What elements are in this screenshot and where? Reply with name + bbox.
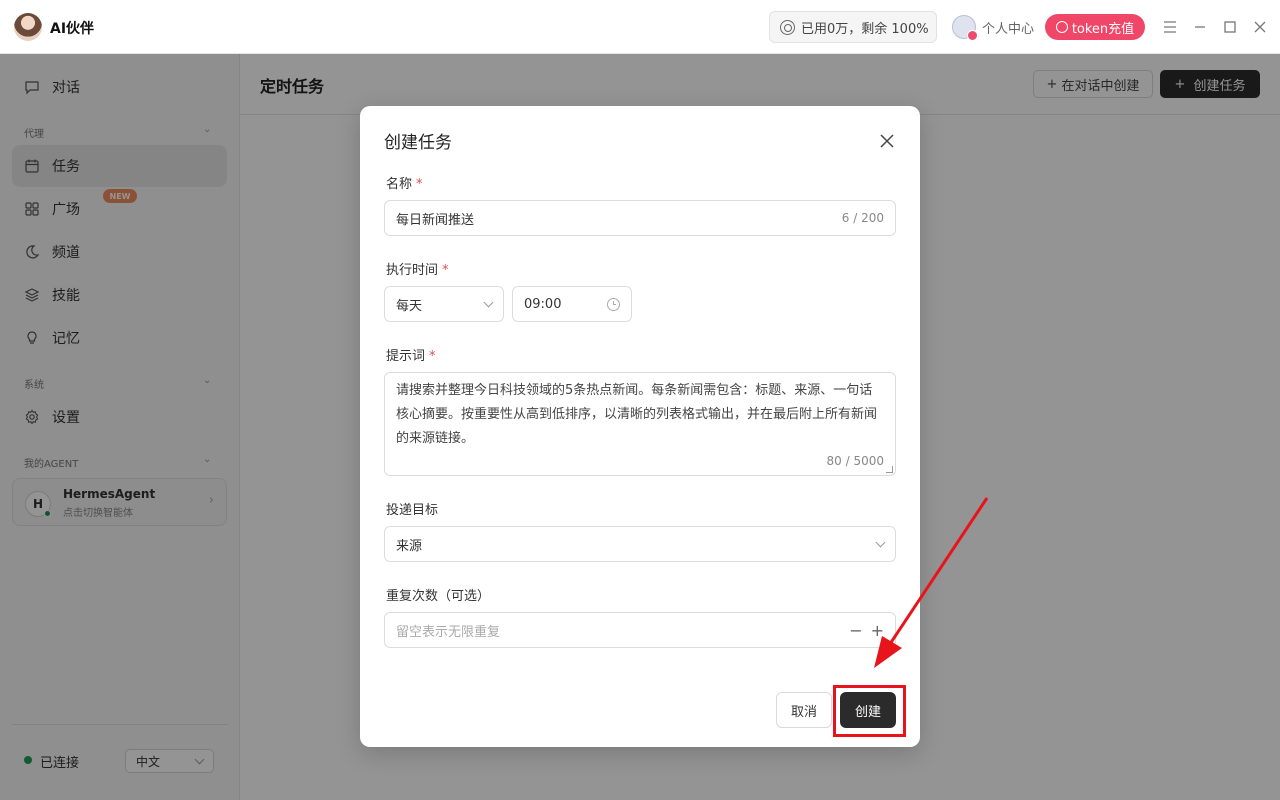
menu-icon[interactable] xyxy=(1159,16,1181,38)
time-label: 执行时间 * xyxy=(386,263,449,278)
time-picker[interactable]: 09:00 xyxy=(512,286,632,322)
user-avatar[interactable] xyxy=(952,15,978,41)
usage-text: 已用0万，剩余 100% xyxy=(801,21,929,37)
cancel-button[interactable]: 取消 xyxy=(776,692,832,728)
title-bar: AI伙伴 已用0万，剩余 100% 个人中心 token充值 xyxy=(0,0,1280,54)
prompt-label: 提示词 * xyxy=(386,349,436,364)
frequency-select[interactable]: 每天 xyxy=(384,286,504,322)
name-label: 名称 * xyxy=(386,177,423,192)
coin-icon xyxy=(1055,21,1068,33)
name-value: 每日新闻推送 xyxy=(396,212,475,228)
annotation-highlight-box xyxy=(833,685,906,737)
app-title: AI伙伴 xyxy=(50,21,95,37)
chevron-down-icon xyxy=(483,297,494,307)
token-topup-button[interactable]: token充值 xyxy=(1045,14,1145,40)
target-label: 投递目标 xyxy=(386,503,439,518)
target-value: 来源 xyxy=(396,538,423,554)
resize-handle[interactable] xyxy=(886,466,893,473)
app-logo xyxy=(14,13,42,41)
dialog-title: 创建任务 xyxy=(384,133,452,153)
annotation-arrow-icon xyxy=(874,497,989,668)
target-select[interactable]: 来源 xyxy=(384,526,896,562)
close-icon[interactable] xyxy=(1249,16,1271,38)
prompt-value: 请搜索并整理今日科技领域的5条热点新闻。每条新闻需包含：标题、来源、一句话核心摘… xyxy=(396,383,878,446)
usage-indicator[interactable]: 已用0万，剩余 100% xyxy=(769,11,937,43)
create-task-dialog: 创建任务 名称 * 每日新闻推送 6 / 200 执行时间 * 每天 09:00 提… xyxy=(360,106,920,747)
minimize-icon[interactable] xyxy=(1189,16,1211,38)
name-char-count: 6 / 200 xyxy=(841,211,884,225)
maximize-icon[interactable] xyxy=(1219,16,1241,38)
time-value: 09:00 xyxy=(524,296,562,312)
clock-icon xyxy=(607,297,620,311)
repeat-placeholder: 留空表示无限重复 xyxy=(396,624,501,640)
token-topup-label: token充值 xyxy=(1071,21,1135,37)
prompt-char-count: 80 / 5000 xyxy=(826,454,884,468)
repeat-count-input[interactable]: 留空表示无限重复 − + xyxy=(384,612,896,648)
prompt-textarea[interactable]: 请搜索并整理今日科技领域的5条热点新闻。每条新闻需包含：标题、来源、一句话核心摘… xyxy=(384,372,896,476)
name-input[interactable]: 每日新闻推送 6 / 200 xyxy=(384,200,896,236)
repeat-label: 重复次数（可选） xyxy=(386,589,491,604)
user-center-link[interactable]: 个人中心 xyxy=(982,18,1034,37)
close-icon[interactable] xyxy=(876,130,898,152)
verified-badge-icon xyxy=(967,30,978,41)
usage-icon xyxy=(780,19,795,35)
frequency-value: 每天 xyxy=(396,298,423,314)
